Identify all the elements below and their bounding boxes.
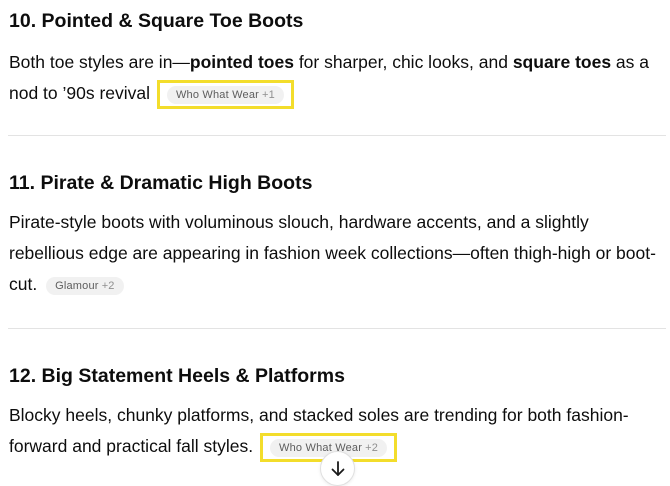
citation-count: +2 (365, 442, 379, 455)
citation-chip[interactable]: Who What Wear +1 (166, 86, 284, 105)
citation-source: Who What Wear (175, 89, 260, 102)
scroll-down-button[interactable] (320, 451, 355, 486)
citation-highlight: Who What Wear +1 (156, 79, 294, 110)
arrow-down-icon (331, 460, 344, 476)
section-divider (8, 328, 666, 329)
citation-count: +2 (101, 280, 115, 293)
section-11: 11. Pirate & Dramatic High Boots Pirate-… (9, 170, 665, 301)
paragraph-bold: pointed toes (189, 52, 294, 72)
section-12: 12. Big Statement Heels & Platforms Bloc… (9, 363, 665, 463)
paragraph-text: for sharper, chic looks, and (293, 52, 513, 72)
citation-wrap: Glamour +2 (46, 270, 124, 301)
paragraph-text: Both toe styles are in— (9, 52, 190, 72)
section-paragraph: Both toe styles are in—pointed toes for … (9, 47, 665, 110)
citation-source: Glamour (55, 280, 99, 293)
section-10: 10. Pointed & Square Toe Boots Both toe … (9, 8, 665, 110)
section-heading: 12. Big Statement Heels & Platforms (9, 365, 345, 387)
citation-count: +1 (262, 89, 275, 102)
section-heading: 10. Pointed & Square Toe Boots (9, 10, 304, 32)
citation-source: Who What Wear (279, 442, 363, 455)
paragraph-bold: square toes (512, 52, 612, 72)
section-heading: 11. Pirate & Dramatic High Boots (9, 172, 313, 194)
section-divider (8, 135, 666, 136)
section-paragraph: Pirate-style boots with voluminous slouc… (9, 207, 665, 301)
citation-chip[interactable]: Glamour +2 (46, 277, 124, 296)
